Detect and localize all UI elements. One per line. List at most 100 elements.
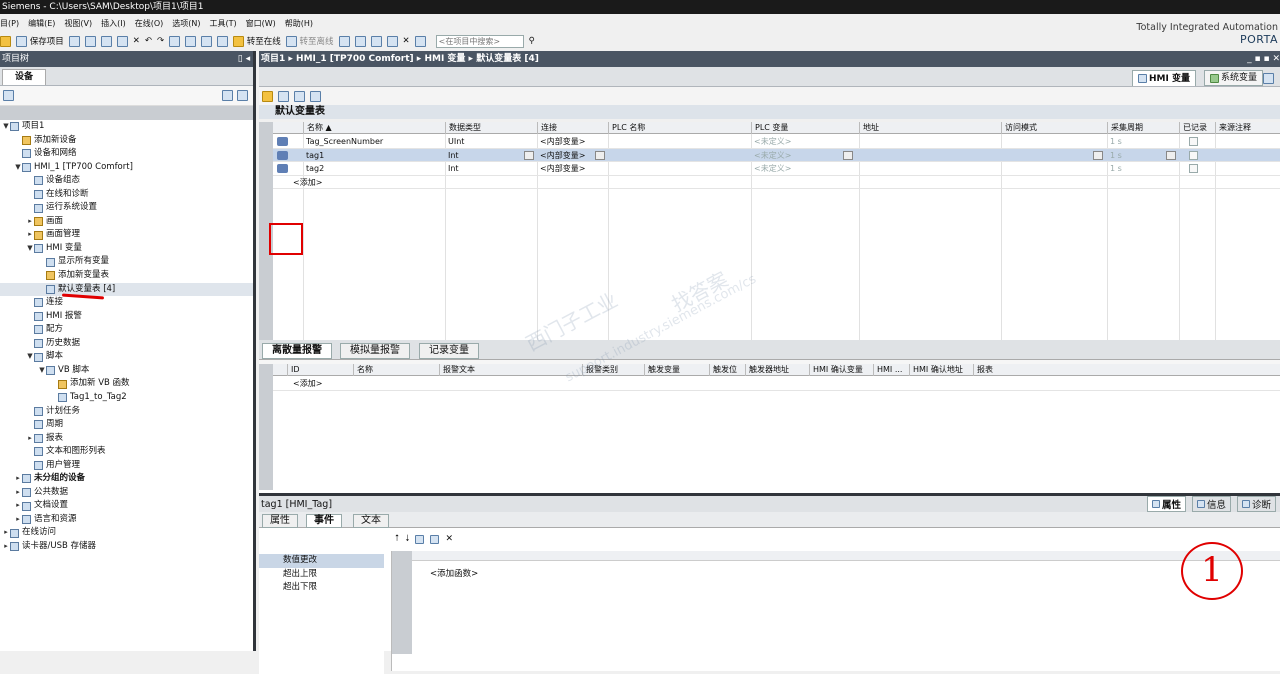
tree-item[interactable]: ▸ 在线访问: [0, 526, 253, 540]
alarm-column-header[interactable]: HMI 确认变量: [809, 364, 863, 376]
column-header[interactable]: 数据类型: [445, 122, 481, 134]
column-header[interactable]: 访问模式: [1001, 122, 1037, 134]
alarm-column-header[interactable]: 触发器地址: [745, 364, 789, 376]
tree-item[interactable]: 显示所有变量: [0, 255, 253, 269]
tree-item[interactable]: 添加新 VB 函数: [0, 377, 253, 391]
alarm-column-header[interactable]: ID: [287, 364, 300, 376]
tab-devices[interactable]: 设备: [2, 69, 47, 85]
alarm-column-header[interactable]: HMI 确认地址: [909, 364, 963, 376]
tree-item[interactable]: HMI 报警: [0, 310, 253, 324]
project-search-input[interactable]: <在项目中搜索>: [435, 34, 524, 48]
tree-item[interactable]: ▸ 文档设置: [0, 499, 253, 513]
expanded-arrow-icon[interactable]: ▼: [14, 161, 22, 175]
alarm-column-header[interactable]: HMI ...: [873, 364, 902, 376]
table-cell[interactable]: tag1: [303, 149, 324, 162]
tree-item[interactable]: 配方: [0, 323, 253, 337]
alarm-column-header[interactable]: 触发位: [709, 364, 737, 376]
table-row[interactable]: Tag_ScreenNumber UInt <内部变量> <未定义> 1 s: [273, 135, 1280, 149]
inspector-tab-diagnostics[interactable]: 诊断: [1236, 496, 1276, 512]
move-up-icon[interactable]: ⭡: [395, 534, 399, 544]
panel-options-icon[interactable]: [1263, 73, 1274, 84]
logged-checkbox[interactable]: [1189, 137, 1198, 146]
column-header[interactable]: 名称 ▲: [303, 122, 332, 134]
expanded-arrow-icon[interactable]: ▼: [26, 350, 34, 364]
tree-item[interactable]: 周期: [0, 418, 253, 432]
column-header[interactable]: 地址: [859, 122, 879, 134]
expanded-arrow-icon[interactable]: ▼: [2, 120, 10, 134]
collapsed-arrow-icon[interactable]: ▸: [14, 486, 22, 500]
expand-icon[interactable]: [415, 534, 425, 544]
menu-view[interactable]: 视图(V): [64, 18, 92, 29]
table-cell[interactable]: UInt: [445, 135, 464, 148]
table-cell[interactable]: <未定义>: [751, 135, 791, 148]
tree-item[interactable]: 设备组态: [0, 174, 253, 188]
collapsed-arrow-icon[interactable]: ▸: [26, 432, 34, 446]
tree-item[interactable]: ▸ 未分组的设备: [0, 472, 253, 486]
tree-item[interactable]: 在线和诊断: [0, 188, 253, 202]
table-row[interactable]: tag2 Int <内部变量> <未定义> 1 s: [273, 162, 1280, 176]
redo-button[interactable]: ↷: [157, 36, 164, 46]
cross-reference-button[interactable]: [354, 35, 366, 47]
menu-tools[interactable]: 工具(T): [209, 18, 236, 29]
tree-item[interactable]: ▸ 画面管理: [0, 228, 253, 242]
insert-row-button[interactable]: [278, 90, 289, 102]
split-vertical-button[interactable]: [386, 35, 398, 47]
inspector-tab-info[interactable]: 信息: [1191, 496, 1231, 512]
logged-checkbox[interactable]: [1189, 150, 1198, 160]
tree-item[interactable]: Tag1_to_Tag2: [0, 391, 253, 405]
new-project-button[interactable]: [0, 35, 11, 47]
column-header[interactable]: PLC 变量: [751, 122, 788, 134]
editor-window-controls[interactable]: _ ▪ ▪ ✕: [1247, 51, 1280, 67]
tab-events[interactable]: 事件: [306, 514, 342, 528]
go-offline-button[interactable]: 转至离线: [285, 35, 334, 47]
tree-item[interactable]: 连接: [0, 296, 253, 310]
paste-button[interactable]: [116, 35, 128, 47]
column-header[interactable]: 来源注释: [1215, 122, 1251, 134]
column-header[interactable]: 采集周期: [1107, 122, 1143, 134]
menu-edit[interactable]: 编辑(E): [28, 18, 55, 29]
accessible-devices-button[interactable]: [338, 35, 350, 47]
tree-item[interactable]: ▸ 报表: [0, 432, 253, 446]
collapsed-arrow-icon[interactable]: ▸: [26, 215, 34, 229]
table-cell[interactable]: <添加>: [290, 176, 322, 189]
table-cell[interactable]: <内部变量>: [537, 149, 585, 162]
tree-item[interactable]: ▸ 语言和资源: [0, 513, 253, 527]
menu-window[interactable]: 窗口(W): [246, 18, 276, 29]
tab-hmi-tags[interactable]: HMI 变量: [1132, 70, 1196, 86]
menu-help[interactable]: 帮助(H): [285, 18, 313, 29]
add-tag-row[interactable]: <添加>: [273, 176, 1280, 190]
tree-item[interactable]: ▼ HMI 变量: [0, 242, 253, 256]
collapsed-arrow-icon[interactable]: ▸: [2, 540, 10, 554]
table-cell[interactable]: <未定义>: [751, 149, 791, 162]
cycle-dropdown-icon[interactable]: [1166, 150, 1176, 160]
menu-insert[interactable]: 插入(I): [101, 18, 126, 29]
add-function-row[interactable]: <添加函数>: [430, 567, 478, 579]
menu-options[interactable]: 选项(N): [172, 18, 200, 29]
column-header[interactable]: 连接: [537, 122, 557, 134]
event-high-limit[interactable]: 超出上限: [259, 568, 384, 582]
tree-item[interactable]: 计划任务: [0, 404, 253, 418]
save-project-button[interactable]: 保存项目: [16, 35, 64, 47]
tree-item[interactable]: ▼ HMI_1 [TP700 Comfort]: [0, 161, 253, 175]
table-cell[interactable]: Int: [445, 162, 459, 175]
connection-browse-icon[interactable]: [595, 150, 605, 160]
add-row-button[interactable]: [294, 90, 305, 102]
tree-item[interactable]: 添加新变量表: [0, 269, 253, 283]
collapsed-arrow-icon[interactable]: ▸: [2, 526, 10, 540]
tab-analog-alarms[interactable]: 模拟量报警: [340, 343, 410, 359]
copy-button[interactable]: [100, 35, 112, 47]
table-cell[interactable]: 1 s: [1107, 162, 1122, 175]
collapsed-arrow-icon[interactable]: ▸: [26, 228, 34, 242]
collapse-icon[interactable]: [430, 534, 440, 544]
table-cell[interactable]: tag2: [303, 162, 324, 175]
simulate-button[interactable]: [217, 35, 229, 47]
upload-button[interactable]: [201, 35, 213, 47]
tree-item[interactable]: 文本和图形列表: [0, 445, 253, 459]
tree-item[interactable]: ▸ 读卡器/USB 存储器: [0, 540, 253, 554]
tab-system-tags[interactable]: 系统变量: [1204, 70, 1264, 86]
tree-item[interactable]: ▼ VB 脚本: [0, 364, 253, 378]
close-editor-button[interactable]: ✕: [403, 36, 410, 46]
table-cell[interactable]: Int: [445, 149, 459, 162]
alarm-column-header[interactable]: 报警类别: [582, 364, 618, 376]
event-low-limit[interactable]: 超出下限: [259, 581, 384, 595]
